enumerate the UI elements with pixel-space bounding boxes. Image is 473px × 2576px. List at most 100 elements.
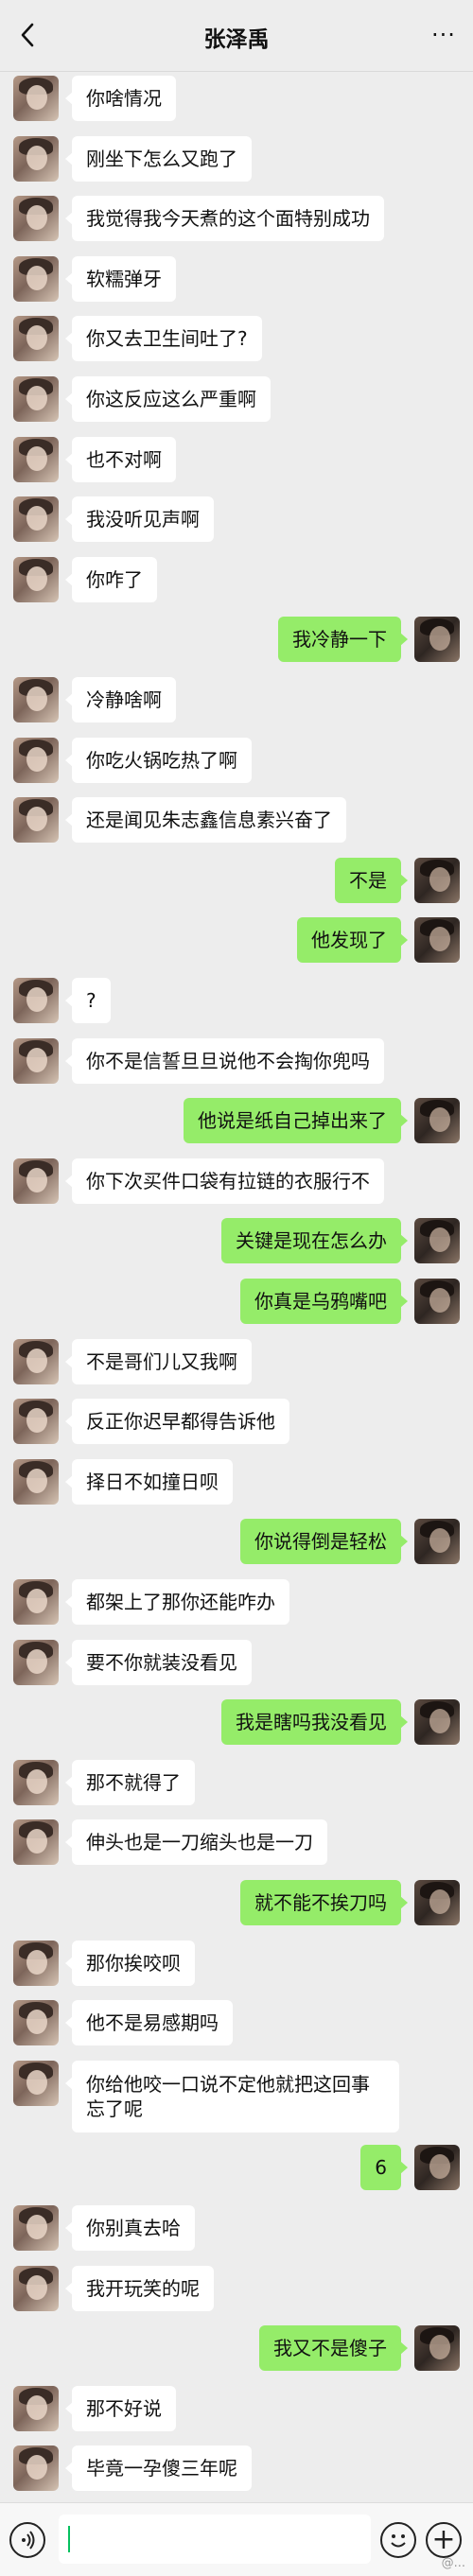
message-bubble[interactable]: 我开玩笑的呢 — [65, 2265, 214, 2311]
chat-messages[interactable]: 你啥情况刚坐下怎么又跑了我觉得我今天煮的这个面特别成功 软糯弹牙你又去卫生间吐了?… — [0, 72, 473, 2502]
voice-button[interactable] — [9, 2522, 45, 2558]
incoming-message: 那你挨咬呗 — [0, 1937, 473, 1990]
my-avatar[interactable] — [414, 857, 460, 903]
message-bubble[interactable]: 不是哥们儿又我啊 — [65, 1338, 252, 1384]
message-bubble[interactable]: 我是瞎吗我没看见 — [221, 1699, 408, 1746]
incoming-message: 你下次买件口袋有拉链的衣服行不 — [0, 1155, 473, 1208]
my-avatar[interactable] — [414, 1279, 460, 1324]
emoji-icon — [391, 2534, 406, 2548]
my-avatar[interactable] — [414, 917, 460, 964]
contact-avatar[interactable] — [13, 2265, 59, 2311]
message-bubble[interactable]: 你不是信誓旦旦说他不会掏你兜吗 — [65, 1037, 384, 1084]
contact-avatar[interactable] — [13, 1338, 59, 1384]
message-bubble[interactable]: 那你挨咬呗 — [65, 1940, 195, 1986]
outgoing-message: 就不能不挨刀吗 — [0, 1876, 473, 1929]
message-bubble[interactable]: 我没听见声啊 — [65, 496, 214, 543]
voice-icon — [22, 2531, 35, 2550]
contact-avatar[interactable] — [13, 1037, 59, 1084]
message-bubble[interactable]: 伸头也是一刀缩头也是一刀 — [65, 1819, 327, 1866]
message-bubble[interactable]: 冷静啥啊 — [65, 677, 176, 722]
contact-avatar[interactable] — [13, 316, 59, 362]
message-bubble[interactable]: 你咋了 — [65, 556, 157, 602]
more-button[interactable]: ··· — [428, 19, 460, 51]
message-bubble[interactable]: 你真是乌鸦嘴吧 — [240, 1279, 408, 1324]
contact-avatar[interactable] — [13, 2000, 59, 2046]
outgoing-message: 他说是纸自己掉出来了 — [0, 1094, 473, 1147]
avatar-face — [26, 687, 47, 711]
message-bubble[interactable]: 毕竟一孕傻三年呢 — [65, 2445, 252, 2492]
message-bubble[interactable]: 你说得倒是轻松 — [240, 1519, 408, 1565]
message-bubble[interactable]: 6 — [360, 2145, 408, 2191]
message-bubble[interactable]: 你又去卫生间吐了? — [65, 316, 262, 362]
message-bubble[interactable]: 那不好说 — [65, 2385, 176, 2431]
message-bubble[interactable]: 你这反应这么严重啊 — [65, 376, 271, 422]
contact-avatar[interactable] — [13, 1579, 59, 1625]
contact-avatar[interactable] — [13, 135, 59, 182]
emoji-button[interactable] — [380, 2522, 416, 2558]
contact-avatar[interactable] — [13, 1639, 59, 1685]
contact-avatar[interactable] — [13, 737, 59, 783]
message-bubble[interactable]: 还是闻见朱志鑫信息素兴奋了 — [65, 797, 346, 844]
incoming-message: 要不你就装没看见 — [0, 1636, 473, 1689]
contact-avatar[interactable] — [13, 496, 59, 543]
my-avatar[interactable] — [414, 2145, 460, 2191]
contact-avatar[interactable] — [13, 556, 59, 602]
contact-avatar[interactable] — [13, 2445, 59, 2492]
my-avatar[interactable] — [414, 1519, 460, 1565]
incoming-message: 都架上了那你还能咋办 — [0, 1575, 473, 1628]
message-bubble[interactable]: 软糯弹牙 — [65, 255, 176, 302]
my-avatar[interactable] — [414, 1880, 460, 1925]
contact-avatar[interactable] — [13, 2060, 59, 2106]
message-bubble[interactable]: 我冷静一下 — [278, 617, 408, 663]
contact-avatar[interactable] — [13, 1940, 59, 1986]
contact-avatar[interactable] — [13, 76, 59, 121]
message-bubble[interactable]: 就不能不挨刀吗 — [240, 1880, 408, 1925]
message-bubble[interactable]: 他发现了 — [297, 917, 408, 964]
message-bubble[interactable]: 他不是易感期吗 — [65, 2000, 233, 2046]
avatar-face — [26, 1829, 47, 1854]
avatar-face — [26, 506, 47, 531]
my-avatar[interactable] — [414, 2325, 460, 2372]
avatar-face — [26, 2069, 47, 2095]
message-bubble[interactable]: 都架上了那你还能咋办 — [65, 1579, 289, 1625]
message-bubble[interactable]: 关键是现在怎么办 — [221, 1218, 408, 1264]
contact-avatar[interactable] — [13, 1458, 59, 1505]
contact-avatar[interactable] — [13, 196, 59, 242]
message-bubble[interactable]: 择日不如撞日呗 — [65, 1458, 233, 1505]
message-bubble[interactable]: 反正你迟早都得告诉他 — [65, 1399, 289, 1445]
message-bubble[interactable]: 要不你就装没看见 — [65, 1639, 252, 1685]
contact-avatar[interactable] — [13, 1819, 59, 1866]
my-avatar[interactable] — [414, 1699, 460, 1746]
contact-avatar[interactable] — [13, 2205, 59, 2251]
message-input[interactable] — [59, 2515, 371, 2564]
message-bubble[interactable]: 你下次买件口袋有拉链的衣服行不 — [65, 1157, 384, 1204]
contact-avatar[interactable] — [13, 797, 59, 844]
my-avatar[interactable] — [414, 1218, 460, 1264]
message-bubble[interactable]: 你吃火锅吃热了啊 — [65, 737, 252, 783]
my-avatar[interactable] — [414, 617, 460, 663]
message-bubble[interactable]: 你给他咬一口说不定他就把这回事忘了呢 — [65, 2060, 399, 2132]
message-bubble[interactable]: 不是 — [335, 857, 408, 903]
text-caret — [68, 2526, 70, 2552]
contact-avatar[interactable] — [13, 1399, 59, 1445]
contact-avatar[interactable] — [13, 436, 59, 482]
message-bubble[interactable]: 我觉得我今天煮的这个面特别成功 — [65, 196, 384, 242]
message-bubble[interactable]: 我又不是傻子 — [259, 2325, 408, 2372]
contact-avatar[interactable] — [13, 1759, 59, 1805]
message-bubble[interactable]: 你啥情况 — [65, 76, 176, 121]
message-bubble[interactable]: 刚坐下怎么又跑了 — [65, 135, 252, 182]
my-avatar[interactable] — [414, 1098, 460, 1144]
contact-avatar[interactable] — [13, 2385, 59, 2431]
contact-avatar[interactable] — [13, 677, 59, 722]
contact-avatar[interactable] — [13, 978, 59, 1023]
avatar-face — [26, 2455, 47, 2480]
plus-button[interactable]: + — [426, 2522, 462, 2558]
contact-avatar[interactable] — [13, 376, 59, 422]
contact-avatar[interactable] — [13, 255, 59, 302]
message-bubble[interactable]: ? — [65, 978, 111, 1023]
message-bubble[interactable]: 也不对啊 — [65, 436, 176, 482]
message-bubble[interactable]: 那不就得了 — [65, 1759, 195, 1805]
message-bubble[interactable]: 他说是纸自己掉出来了 — [184, 1098, 408, 1144]
message-bubble[interactable]: 你别真去哈 — [65, 2205, 195, 2251]
contact-avatar[interactable] — [13, 1157, 59, 1204]
